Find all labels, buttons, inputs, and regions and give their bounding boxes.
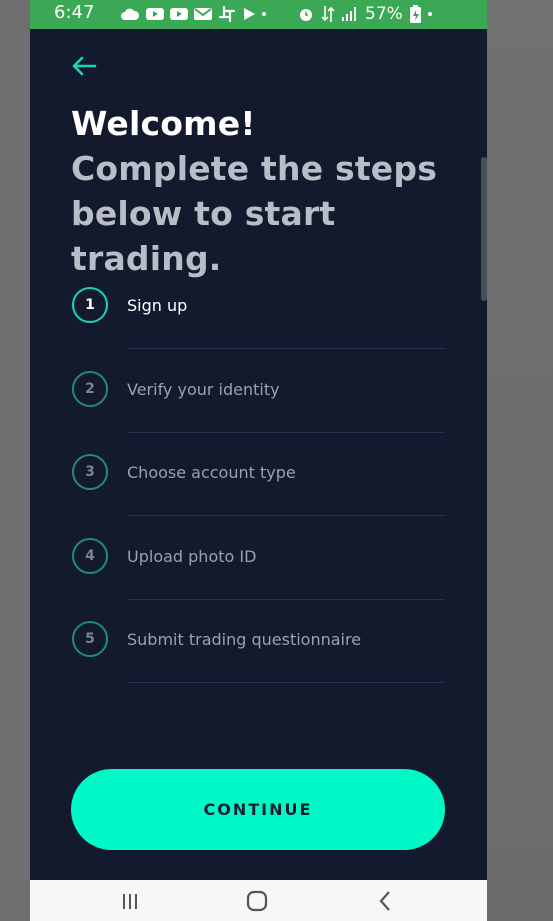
back-button[interactable] [68, 52, 100, 80]
arrow-left-icon [72, 56, 97, 76]
notification-icons [120, 4, 266, 24]
step-verify-identity[interactable]: 2 Verify your identity [70, 350, 446, 434]
back-icon [379, 890, 390, 911]
battery-icon [409, 5, 421, 23]
alarm-icon [300, 9, 312, 21]
step-submit-questionnaire[interactable]: 5 Submit trading questionnaire [70, 600, 446, 684]
dot-icon [427, 12, 432, 16]
recent-apps-icon [123, 893, 137, 909]
page-title: Welcome! Complete the steps below to sta… [71, 101, 441, 281]
navigation-bar [30, 880, 487, 921]
system-icons: 57% [298, 3, 432, 25]
step-number-circle: 3 [72, 454, 108, 490]
cloud-icon [121, 8, 140, 20]
status-time: 6:47 [54, 2, 95, 23]
play-icon [244, 8, 255, 20]
step-number-circle: 2 [72, 370, 108, 407]
status-bar: 6:47 57% [30, 0, 487, 29]
headline-rest: Complete the steps below to start tradin… [71, 149, 438, 278]
step-label: Verify your identity [127, 379, 280, 399]
continue-button[interactable]: CONTINUE [71, 769, 445, 850]
step-label: Submit trading questionnaire [127, 630, 362, 649]
phone-screen: 6:47 57% Welcome! Complete the steps bel… [30, 0, 487, 921]
home-button[interactable] [227, 880, 287, 921]
step-choose-account-type[interactable]: 3 Choose account type [70, 433, 446, 517]
slack-icon [218, 5, 236, 23]
step-sign-up[interactable]: 1 Sign up [70, 266, 446, 350]
steps-list: 1 Sign up 2 Verify your identity 3 Choos… [70, 266, 446, 684]
battery-percent: 57% [365, 4, 403, 24]
recent-apps-button[interactable] [100, 880, 160, 921]
step-number-circle: 4 [72, 537, 108, 574]
scrollbar[interactable] [481, 157, 487, 301]
headline-welcome: Welcome! [71, 104, 256, 143]
step-upload-photo-id[interactable]: 4 Upload photo ID [70, 517, 446, 601]
youtube-icon [170, 8, 188, 20]
home-icon [246, 890, 268, 911]
step-number-circle: 5 [72, 621, 108, 657]
step-number-circle: 1 [72, 287, 108, 323]
step-label: Sign up [127, 296, 188, 315]
background-right [487, 0, 553, 921]
signal-icon [342, 7, 356, 21]
step-label: Upload photo ID [127, 546, 257, 566]
data-icon [321, 6, 335, 22]
divider [127, 682, 445, 683]
youtube-icon [146, 8, 164, 20]
step-label: Choose account type [127, 463, 296, 482]
dot-icon [262, 12, 266, 16]
mail-icon [194, 8, 212, 20]
nav-back-button[interactable] [355, 880, 415, 921]
